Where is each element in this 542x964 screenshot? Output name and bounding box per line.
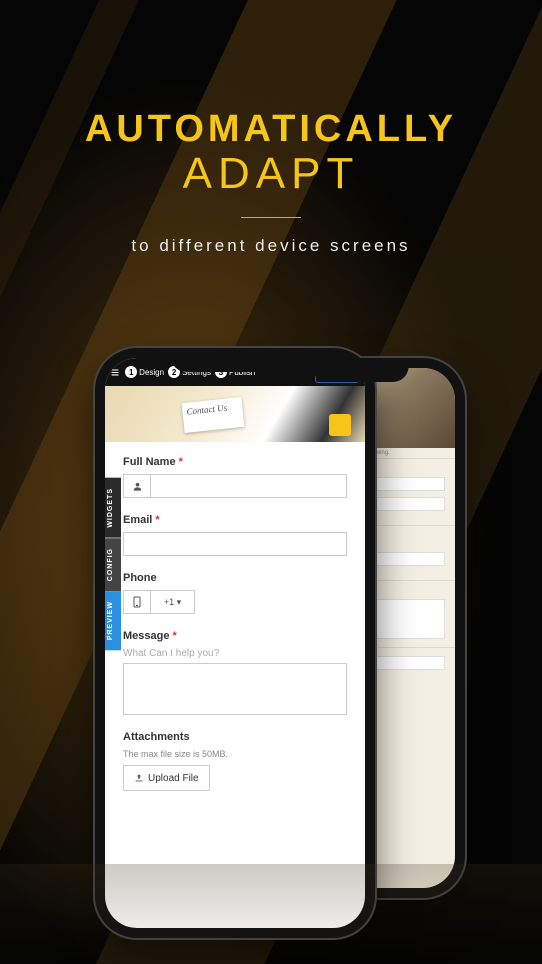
attachments-label: Attachments — [123, 731, 347, 743]
hero-subtitle: to different device screens — [0, 236, 542, 256]
message-label: Message * — [123, 630, 347, 642]
step-label-1: Design — [139, 368, 164, 377]
full-name-label: Full Name * — [123, 456, 347, 468]
step-design[interactable]: 1 Design — [125, 366, 164, 378]
hero-title-2: ADAPT — [0, 149, 542, 199]
upload-label: Upload File — [148, 773, 199, 784]
phone-primary: ≡ 1 Design 2 Settings 3 Publish Save — [95, 348, 375, 938]
menu-icon[interactable]: ≡ — [111, 364, 119, 380]
message-textarea[interactable] — [123, 663, 347, 715]
field-phone: Phone +1 ▾ — [123, 572, 347, 614]
divider — [241, 217, 301, 218]
phone-mockups: cial occasion. Please complete the follo… — [0, 348, 542, 964]
tab-preview[interactable]: PREVIEW — [105, 591, 121, 650]
upload-icon — [134, 773, 144, 783]
notch — [171, 348, 300, 372]
person-icon — [123, 474, 151, 498]
form-header-image: Contact Us — [105, 386, 365, 442]
hero-title-1: AUTOMATICALLY — [0, 108, 542, 151]
field-attachments: Attachments The max file size is 50MB. U… — [123, 731, 347, 791]
phone-icon — [123, 590, 151, 614]
side-tabs: WIDGETS CONFIG PREVIEW — [105, 478, 121, 650]
attachments-note: The max file size is 50MB. — [123, 749, 347, 759]
email-label: Email * — [123, 514, 347, 526]
field-full-name: Full Name * — [123, 456, 347, 498]
phone-label: Phone — [123, 572, 347, 584]
yellow-tag — [329, 414, 351, 436]
tab-config[interactable]: CONFIG — [105, 538, 121, 591]
notch — [312, 358, 409, 382]
message-placeholder: What Can I help you? — [123, 648, 347, 659]
email-input[interactable] — [123, 532, 347, 556]
field-message: Message * What Can I help you? — [123, 630, 347, 715]
tab-widgets[interactable]: WIDGETS — [105, 478, 121, 538]
full-name-input[interactable] — [151, 474, 347, 498]
upload-file-button[interactable]: Upload File — [123, 765, 210, 791]
contact-form: Full Name * Email * — [105, 442, 365, 791]
step-num-1: 1 — [125, 366, 137, 378]
country-code-select[interactable]: +1 ▾ — [151, 590, 195, 614]
reflection — [0, 864, 542, 964]
contact-card: Contact Us — [182, 397, 245, 433]
screen-primary: ≡ 1 Design 2 Settings 3 Publish Save — [105, 358, 365, 928]
hero-section: AUTOMATICALLY ADAPT to different device … — [0, 108, 542, 256]
field-email: Email * — [123, 514, 347, 556]
